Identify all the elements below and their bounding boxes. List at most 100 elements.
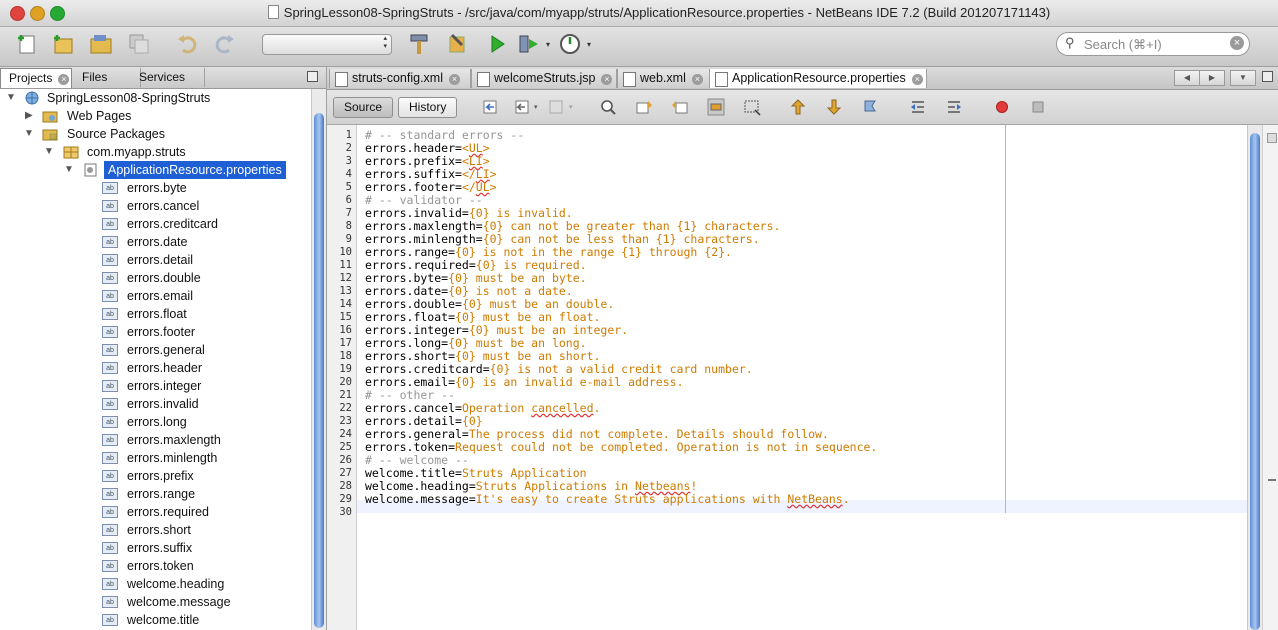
editor-tab-application-resource[interactable]: ApplicationResource.properties × bbox=[709, 69, 927, 88]
line-number: 25 bbox=[339, 441, 352, 453]
last-edit-icon[interactable] bbox=[481, 98, 499, 116]
close-tab-icon[interactable]: × bbox=[911, 74, 923, 85]
close-tab-icon[interactable]: × bbox=[601, 74, 613, 85]
build-hammer-icon[interactable] bbox=[406, 31, 432, 57]
property-value-text: {0} is not in the range {1} through {2}. bbox=[455, 245, 732, 259]
property-value-text: {0} is required. bbox=[475, 258, 587, 272]
expand-arrow-icon[interactable]: ▼ bbox=[64, 161, 74, 179]
property-key-icon: ab bbox=[102, 452, 118, 464]
property-key-label: errors.invalid bbox=[127, 397, 199, 411]
history-view-button[interactable]: History bbox=[398, 97, 458, 118]
forward-icon bbox=[549, 100, 563, 114]
editor-scroll-thumb[interactable] bbox=[1250, 133, 1260, 630]
property-value-text: </LI> bbox=[461, 167, 497, 181]
tab-projects[interactable]: Projects × bbox=[0, 68, 72, 88]
property-key-label: errors.maxlength bbox=[127, 433, 221, 447]
restore-window-icon[interactable] bbox=[307, 71, 318, 82]
collapsed-arrow-icon[interactable]: ▶ bbox=[25, 107, 33, 125]
tab-navigation: ◀ ▶ ▼ bbox=[1174, 70, 1256, 86]
shift-line-right-icon[interactable] bbox=[945, 98, 963, 116]
toggle-highlight-search-icon[interactable] bbox=[707, 98, 725, 116]
property-value-text: {0} must be an long. bbox=[448, 336, 587, 350]
tree-scroll-thumb[interactable] bbox=[314, 113, 324, 628]
project-globe-icon bbox=[25, 91, 39, 105]
open-project-icon[interactable] bbox=[88, 31, 114, 57]
expand-arrow-icon[interactable]: ▼ bbox=[44, 143, 54, 161]
window-title-wrap: SpringLesson08-SpringStruts - /src/java/… bbox=[0, 5, 1278, 20]
spelling-error-underline: LI bbox=[475, 167, 490, 181]
start-macro-recording-icon[interactable] bbox=[993, 98, 1011, 116]
tab-services[interactable]: Services bbox=[131, 68, 205, 87]
line-number: 24 bbox=[339, 428, 352, 440]
package-label: com.myapp.struts bbox=[87, 145, 186, 159]
previous-bookmark-icon[interactable] bbox=[789, 98, 807, 116]
find-next-icon[interactable] bbox=[671, 98, 689, 116]
tab-files-label: Files bbox=[82, 70, 108, 84]
close-tab-icon[interactable]: × bbox=[58, 74, 70, 85]
scroll-tabs-right-button[interactable]: ▶ bbox=[1199, 70, 1225, 86]
property-key-label: welcome.heading bbox=[127, 577, 225, 591]
property-key-text: welcome.heading= bbox=[365, 479, 476, 493]
next-bookmark-icon[interactable] bbox=[825, 98, 843, 116]
close-tab-icon[interactable]: × bbox=[691, 74, 703, 85]
new-file-icon[interactable] bbox=[14, 31, 40, 57]
editor-tab-web-xml[interactable]: web.xml × bbox=[617, 69, 711, 88]
toggle-bookmark-icon[interactable] bbox=[861, 98, 879, 116]
expand-arrow-icon[interactable]: ▼ bbox=[24, 125, 34, 143]
spelling-error-underline: UL bbox=[468, 141, 483, 155]
code-editor[interactable]: # -- standard errors -- errors.header=<UL… bbox=[365, 125, 1245, 630]
property-key-label: errors.detail bbox=[127, 253, 193, 267]
clean-build-icon[interactable] bbox=[444, 31, 470, 57]
maximize-editor-icon[interactable] bbox=[1262, 71, 1273, 82]
tree-scrollbar[interactable] bbox=[311, 89, 326, 630]
editor-tab-welcome-jsp[interactable]: welcomeStruts.jsp × bbox=[471, 69, 617, 88]
window-title: SpringLesson08-SpringStruts - /src/java/… bbox=[283, 5, 1051, 20]
property-key-icon: ab bbox=[102, 236, 118, 248]
debug-icon[interactable] bbox=[516, 31, 542, 57]
editor-scrollbar[interactable] bbox=[1247, 125, 1262, 630]
expand-arrow-icon[interactable]: ▼ bbox=[6, 89, 16, 107]
run-icon[interactable] bbox=[484, 31, 510, 57]
property-value-text: {0} is an invalid e-mail address. bbox=[455, 375, 684, 389]
property-key-icon: ab bbox=[102, 542, 118, 554]
search-input[interactable]: Search (⌘+I) bbox=[1084, 37, 1162, 53]
line-number: 9 bbox=[345, 233, 352, 245]
property-key-text: errors.token= bbox=[365, 440, 456, 454]
spelling-error-underline: LI bbox=[468, 154, 483, 168]
property-key-label: errors.byte bbox=[127, 181, 187, 195]
property-key-icon: ab bbox=[102, 560, 118, 572]
property-key-label: errors.date bbox=[127, 235, 188, 249]
shift-line-left-icon[interactable] bbox=[909, 98, 927, 116]
back-icon[interactable] bbox=[513, 98, 531, 116]
profile-icon[interactable] bbox=[558, 31, 584, 57]
scroll-tabs-left-button[interactable]: ◀ bbox=[1174, 70, 1200, 86]
debug-dropdown-arrow[interactable]: ▾ bbox=[546, 40, 550, 49]
configuration-combo[interactable] bbox=[262, 34, 392, 55]
editor-tab-label: ApplicationResource.properties bbox=[732, 71, 906, 85]
search-clear-icon[interactable]: × bbox=[1230, 36, 1244, 50]
line-number: 5 bbox=[345, 181, 352, 193]
property-key-text: errors.integer= bbox=[365, 323, 469, 337]
line-number: 18 bbox=[339, 350, 352, 362]
line-number: 15 bbox=[339, 311, 352, 323]
property-key-label: errors.token bbox=[127, 559, 194, 573]
property-value-text: Struts Application bbox=[461, 466, 587, 480]
new-project-icon[interactable] bbox=[50, 31, 76, 57]
source-view-button[interactable]: Source bbox=[333, 97, 394, 118]
search-box[interactable]: ⚲ Search (⌘+I) × bbox=[1056, 32, 1250, 56]
find-selection-icon[interactable] bbox=[599, 98, 617, 116]
document-icon bbox=[267, 5, 279, 19]
back-dropdown-arrow[interactable]: ▾ bbox=[534, 103, 538, 111]
find-previous-icon[interactable] bbox=[635, 98, 653, 116]
close-tab-icon[interactable]: × bbox=[449, 74, 460, 85]
editor-tab-struts-config[interactable]: struts-config.xml × bbox=[329, 69, 471, 88]
property-key-label: errors.minlength bbox=[127, 451, 218, 465]
profile-dropdown-arrow[interactable]: ▾ bbox=[587, 40, 591, 49]
show-opened-documents-button[interactable]: ▼ bbox=[1230, 70, 1256, 86]
stop-macro-recording-icon[interactable] bbox=[1029, 98, 1047, 116]
redo-icon bbox=[215, 35, 234, 54]
toggle-rectangular-selection-icon[interactable] bbox=[743, 98, 761, 116]
spelling-error-underline: UL bbox=[475, 180, 490, 194]
property-value-text: {0} must be an double. bbox=[461, 297, 615, 311]
property-value-text: {0} can not be less than {1} characters. bbox=[482, 232, 760, 246]
